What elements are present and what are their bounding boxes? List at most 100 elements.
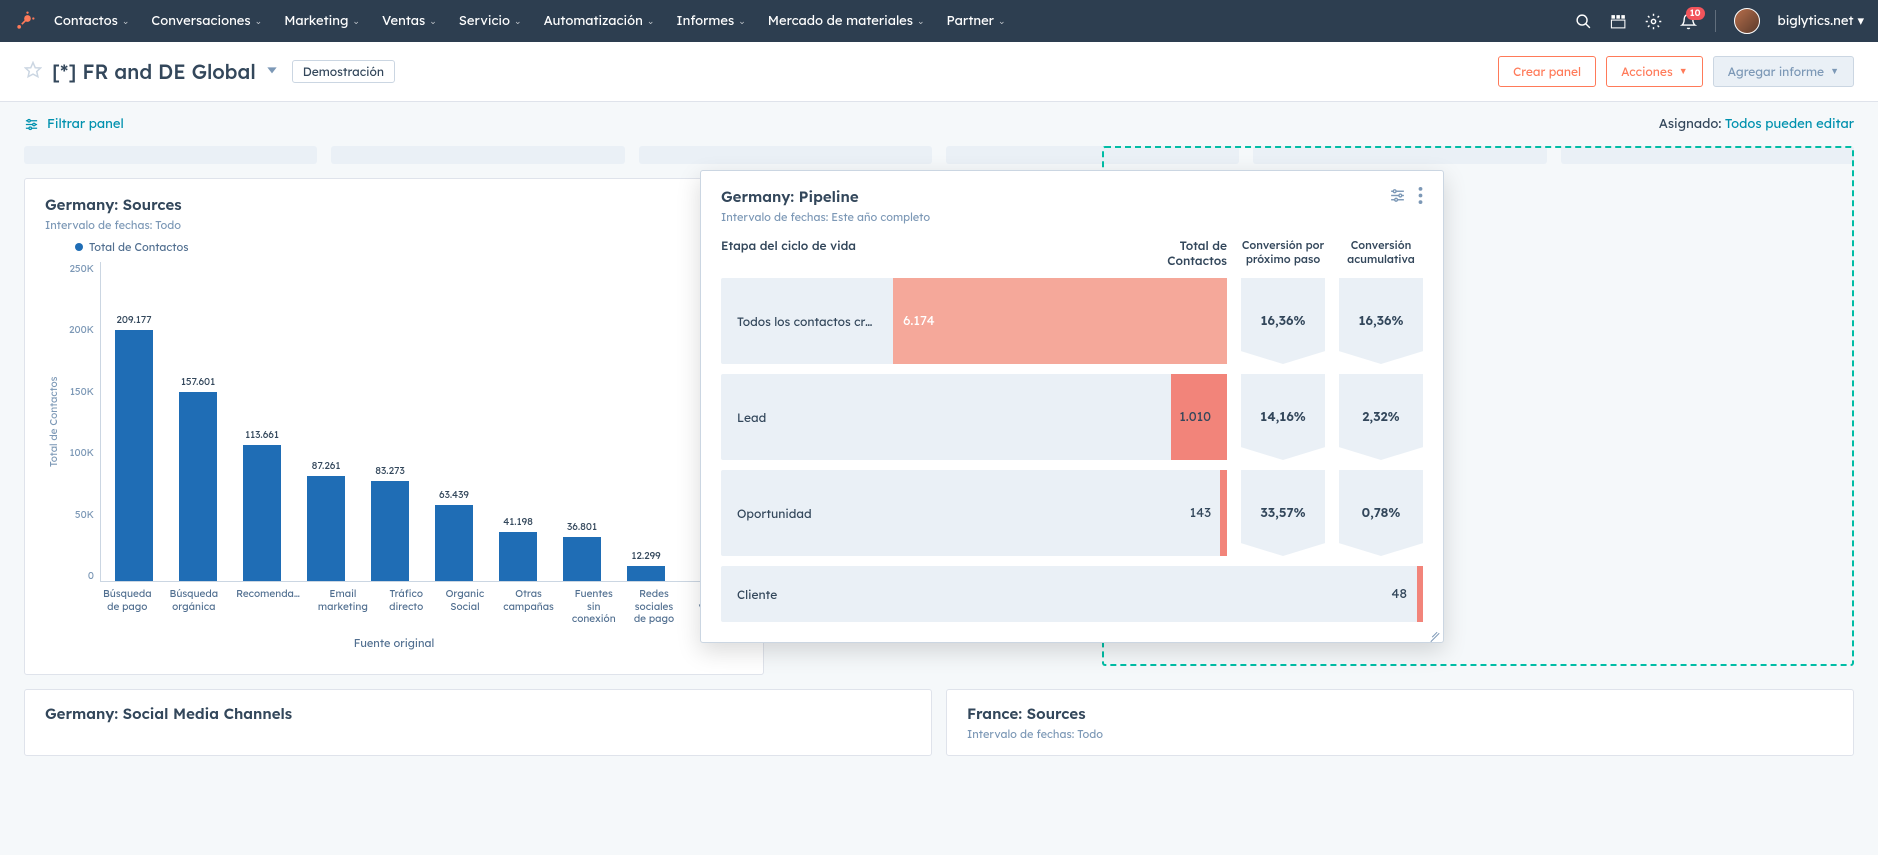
x-tick-label: Organic Social [445, 588, 486, 626]
card-title: Germany: Sources [45, 195, 743, 214]
avatar[interactable] [1734, 8, 1760, 34]
stage-label: Lead [737, 410, 766, 425]
top-nav: Contactos⌄ Conversaciones⌄ Marketing⌄ Venta… [0, 0, 1878, 42]
chevron-down-icon: ⌄ [738, 16, 746, 27]
account-switcher[interactable]: biglytics.net ▾ [1778, 13, 1865, 29]
resize-handle[interactable] [1427, 626, 1441, 640]
bar[interactable]: 63.439 [431, 488, 477, 581]
bar[interactable]: 113.661 [239, 428, 285, 581]
card-filters-icon[interactable] [1389, 187, 1406, 208]
actions-button[interactable]: Acciones▼ [1606, 56, 1703, 87]
social-media-card: Germany: Social Media Channels [24, 689, 932, 756]
bar-chart-plot: 209.177 157.601 113.661 87.261 83.273 63.439 4… [100, 262, 743, 582]
nav-item[interactable]: Servicio⌄ [459, 13, 522, 29]
hubspot-logo-icon[interactable] [14, 10, 36, 32]
bar-value-label: 113.661 [245, 428, 279, 441]
stage-label: Oportunidad [737, 506, 812, 521]
y-axis-label: Total de Contactos [45, 262, 62, 582]
stage-value: 6.174 [903, 313, 935, 329]
conv-next-value: 14,16% [1241, 374, 1325, 460]
nav-item[interactable]: Automatización⌄ [544, 13, 655, 29]
nav-item[interactable]: Informes⌄ [676, 13, 745, 29]
nav-item[interactable]: Marketing⌄ [284, 13, 360, 29]
account-name: biglytics.net [1778, 13, 1854, 29]
filter-bar: Filtrar panel Asignado: Todos pueden edi… [0, 102, 1878, 146]
bar[interactable]: 209.177 [111, 313, 157, 581]
add-report-button[interactable]: Agregar informe▼ [1713, 56, 1854, 87]
placeholder-card [639, 146, 932, 164]
sources-card: Germany: Sources Intervalo de fechas: To… [24, 178, 764, 675]
bar-value-label: 209.177 [116, 313, 151, 326]
nav-item[interactable]: Mercado de materiales⌄ [768, 13, 925, 29]
assigned-value-link[interactable]: Todos pueden editar [1725, 116, 1854, 132]
bar-value-label: 41.198 [503, 515, 533, 528]
card-subtitle: Intervalo de fechas: Todo [45, 218, 743, 232]
y-axis-ticks: 250K200K150K100K50K0 [62, 262, 100, 582]
bar-value-label: 157.601 [181, 375, 215, 388]
create-panel-button[interactable]: Crear panel [1498, 56, 1596, 87]
page-header: [*] FR and DE Global Demostración Crear … [0, 42, 1878, 102]
x-tick-label: Recomenda… [236, 588, 300, 626]
france-sources-card: France: Sources Intervalo de fechas: Tod… [946, 689, 1854, 756]
sliders-icon [24, 117, 39, 132]
x-tick-label: Tráfico directo [386, 588, 427, 626]
stage-value: 48 [1391, 586, 1407, 602]
pipeline-card[interactable]: Germany: Pipeline Intervalo de fechas: E… [700, 170, 1444, 643]
notification-count-badge: 10 [1686, 7, 1705, 20]
chevron-down-icon: ▼ [1830, 66, 1839, 77]
x-tick-label: Fuentes sin conexión [572, 588, 616, 626]
x-tick-label: Búsqueda orgánica [170, 588, 219, 626]
dashboard-body: Germany: Sources Intervalo de fechas: To… [0, 146, 1878, 780]
conv-cum-value: 0,78% [1339, 470, 1423, 556]
stage-label: Cliente [737, 587, 777, 602]
search-icon[interactable] [1575, 13, 1592, 30]
filter-panel-link[interactable]: Filtrar panel [24, 116, 124, 132]
card-menu-kebab-icon[interactable] [1418, 187, 1423, 208]
card-subtitle: Intervalo de fechas: Todo [967, 727, 1833, 741]
settings-gear-icon[interactable] [1645, 13, 1662, 30]
conv-cum-value: 2,32% [1339, 374, 1423, 460]
nav-item[interactable]: Conversaciones⌄ [151, 13, 262, 29]
card-title: Germany: Social Media Channels [45, 704, 911, 723]
x-axis-title: Fuente original [45, 636, 743, 650]
pipeline-row: Todos los contactos crea… 6.174 16,36%16,3… [721, 278, 1423, 364]
nav-item[interactable]: Contactos⌄ [54, 13, 129, 29]
conv-next-value: 16,36% [1241, 278, 1325, 364]
card-subtitle: Intervalo de fechas: Este año completo [721, 210, 1389, 224]
bar[interactable]: 12.299 [623, 549, 669, 581]
bar-value-label: 12.299 [631, 549, 660, 562]
nav-divider [1715, 10, 1716, 32]
conv-cum-value: 16,36% [1339, 278, 1423, 364]
chevron-down-icon: ⌄ [255, 16, 263, 27]
stage-label: Todos los contactos crea… [737, 314, 877, 329]
pipeline-row: Oportunidad 143 33,57%0,78% [721, 470, 1423, 556]
chevron-down-icon: ⌄ [122, 16, 130, 27]
placeholder-card [24, 146, 317, 164]
x-tick-label: Redes sociales de pago [634, 588, 675, 626]
placeholder-card [1253, 146, 1546, 164]
col-conv-cum-header: Conversión acumulativa [1339, 238, 1423, 268]
demo-chip: Demostración [292, 60, 395, 83]
marketplace-icon[interactable] [1610, 13, 1627, 30]
dashboard-switcher-chevron-icon[interactable] [264, 62, 280, 82]
nav-item[interactable]: Partner⌄ [947, 13, 1006, 29]
nav-item[interactable]: Ventas⌄ [382, 13, 437, 29]
col-total-header: Total de Contactos [1127, 238, 1227, 268]
bar[interactable]: 83.273 [367, 464, 413, 581]
bar[interactable]: 87.261 [303, 459, 349, 581]
bar[interactable]: 41.198 [495, 515, 541, 581]
bar-value-label: 36.801 [567, 520, 597, 533]
pipeline-row: Cliente 48 [721, 566, 1423, 622]
legend-dot-icon [75, 243, 83, 251]
stage-value: 143 [1190, 505, 1211, 521]
bar[interactable]: 157.601 [175, 375, 221, 581]
placeholder-card [946, 146, 1239, 164]
bar[interactable]: 36.801 [559, 520, 605, 581]
chevron-down-icon: ⌄ [917, 16, 925, 27]
conv-next-value: 33,57% [1241, 470, 1325, 556]
chevron-down-icon: ⌄ [352, 16, 360, 27]
assigned-label: Asignado: [1659, 116, 1722, 132]
bar-value-label: 83.273 [375, 464, 405, 477]
notifications-bell-icon[interactable]: 10 [1680, 13, 1697, 30]
favorite-star-icon[interactable] [24, 61, 42, 83]
